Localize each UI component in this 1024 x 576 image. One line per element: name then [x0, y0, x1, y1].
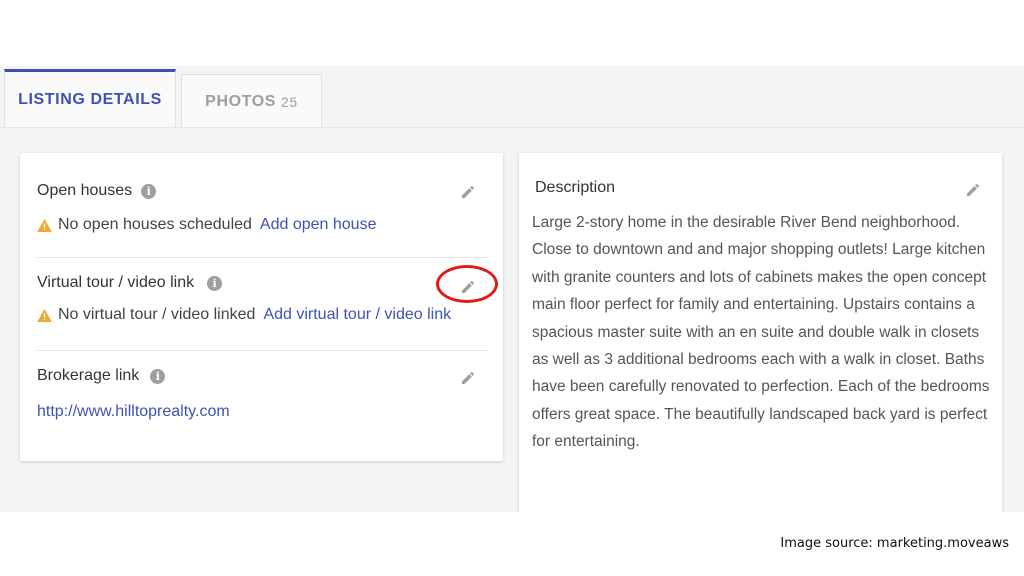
- tab-listing-details-label: LISTING DETAILS: [18, 91, 162, 108]
- pencil-icon[interactable]: [965, 182, 981, 198]
- open-houses-status: No open houses scheduled: [58, 216, 252, 233]
- tab-listing-details[interactable]: LISTING DETAILS: [4, 69, 176, 128]
- description-text: Large 2-story home in the desirable Rive…: [532, 214, 990, 451]
- virtual-tour-status: No virtual tour / video linked: [58, 306, 256, 323]
- highlight-circle: [436, 265, 498, 303]
- brokerage-url-link[interactable]: http://www.hilltoprealty.com: [37, 403, 230, 421]
- tab-photos-label: PHOTOS: [205, 92, 277, 110]
- add-open-house-link[interactable]: Add open house: [260, 216, 377, 234]
- open-houses-section: Open houses i No open houses scheduled A…: [37, 153, 489, 253]
- warning-icon: [37, 308, 52, 322]
- description-title: Description: [535, 179, 616, 196]
- virtual-tour-status-row: No virtual tour / video linked Add virtu…: [37, 306, 451, 324]
- tab-photos-count: 25: [281, 93, 298, 110]
- tab-bar: LISTING DETAILS PHOTOS 25: [0, 66, 1024, 128]
- open-houses-title: Open houses: [37, 182, 133, 199]
- listing-screen: LISTING DETAILS PHOTOS 25 Open houses i: [0, 66, 1024, 512]
- info-icon[interactable]: i: [207, 275, 223, 291]
- info-icon[interactable]: i: [150, 368, 166, 384]
- virtual-tour-heading: Virtual tour / video link i: [37, 274, 223, 292]
- virtual-tour-title: Virtual tour / video link: [37, 274, 195, 291]
- tab-photos[interactable]: PHOTOS 25: [181, 74, 322, 128]
- brokerage-heading: Brokerage link i: [37, 367, 166, 385]
- add-virtual-tour-link[interactable]: Add virtual tour / video link: [263, 306, 451, 324]
- description-card: Description Large 2-story home in the de…: [519, 153, 1002, 512]
- brokerage-url-row: http://www.hilltoprealty.com: [37, 403, 230, 421]
- info-icon[interactable]: i: [141, 183, 157, 199]
- warning-icon: [37, 218, 52, 232]
- image-credit: Image source: marketing.moveaws: [780, 536, 1009, 551]
- brokerage-title: Brokerage link: [37, 367, 140, 384]
- tab-divider: [0, 127, 1024, 128]
- virtual-tour-section: Virtual tour / video link i No virtual t…: [37, 257, 489, 352]
- listing-details-card: Open houses i No open houses scheduled A…: [20, 153, 503, 461]
- pencil-icon[interactable]: [460, 184, 476, 200]
- open-houses-status-row: No open houses scheduled Add open house: [37, 216, 376, 234]
- open-houses-heading: Open houses i: [37, 182, 157, 200]
- brokerage-section: Brokerage link i http://www.hilltoprealt…: [37, 350, 489, 460]
- pencil-icon[interactable]: [460, 370, 476, 386]
